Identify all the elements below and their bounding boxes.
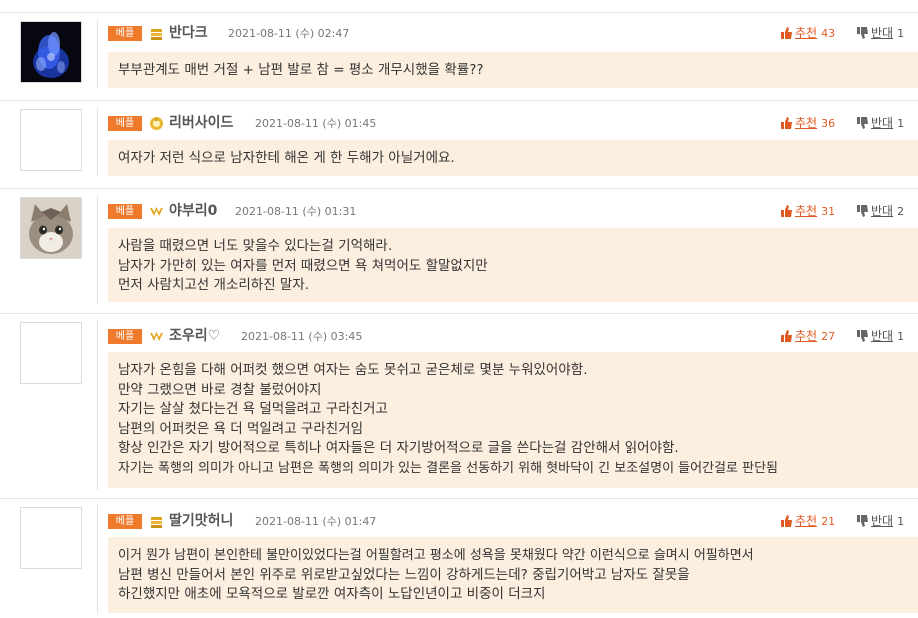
- gold-emblem-icon: [150, 117, 163, 130]
- upvote-label: 추천: [795, 329, 818, 343]
- divider: [97, 320, 98, 490]
- upvote-count: 31: [821, 205, 836, 218]
- comment-date: 2021-08-11 (수) 01:31: [235, 205, 357, 218]
- comment-line: 먼저 사람치고선 개소리하진 말자.: [118, 277, 310, 293]
- thumbs-up-icon: [781, 205, 792, 217]
- divider: [97, 20, 98, 88]
- thumbs-up-icon: [781, 515, 792, 527]
- thumbs-down-icon: [857, 330, 868, 342]
- downvote-count: 1: [897, 515, 905, 528]
- best-badge: 베플: [108, 204, 142, 219]
- upvote-label: 추천: [795, 204, 818, 218]
- divider: [0, 498, 918, 499]
- cat-photo: [21, 198, 81, 258]
- upvote-count: 21: [821, 515, 836, 528]
- comment-line: 남자가 온힘을 다해 어퍼컷 했으면 여자는 숨도 못쉬고 굳은체로 몇분 누워…: [118, 362, 588, 378]
- downvote-button[interactable]: 반대 1: [857, 514, 904, 529]
- upvote-label: 추천: [795, 116, 818, 130]
- divider: [0, 188, 918, 189]
- gold-wings-icon: [150, 332, 163, 341]
- gold-stack-icon: [151, 517, 162, 528]
- comment-line: 자기는 폭행의 의미가 아니고 남편은 폭행의 의미가 있는 결론을 선동하기 …: [118, 460, 778, 476]
- thumbs-down-icon: [857, 515, 868, 527]
- comment-line: 부부관계도 매번 거절 + 남편 발로 참 = 평소 개무시했을 확률??: [118, 62, 484, 78]
- comment-body: 이거 뭔가 남편이 본인한테 불만이있었다는걸 어필할려고 평소에 성욕을 못채…: [108, 537, 918, 613]
- thumbs-up-icon: [781, 330, 792, 342]
- thumbs-down-icon: [857, 27, 868, 39]
- best-badge: 베플: [108, 116, 142, 131]
- downvote-count: 1: [897, 27, 905, 40]
- upvote-count: 27: [821, 330, 836, 343]
- upvote-label: 추천: [795, 26, 818, 40]
- downvote-count: 1: [897, 117, 905, 130]
- downvote-button[interactable]: 반대 2: [857, 204, 904, 219]
- nickname[interactable]: 조우리♡: [169, 327, 220, 346]
- divider: [97, 196, 98, 304]
- comment-date: 2021-08-11 (수) 02:47: [228, 27, 350, 40]
- best-badge: 베플: [108, 514, 142, 529]
- comment-line: 남편의 어퍼컷은 욕 더 먹일려고 구라친거임: [118, 420, 364, 437]
- divider: [97, 108, 98, 176]
- downvote-label: 반대: [871, 329, 894, 343]
- thumbs-up-icon: [781, 27, 792, 39]
- downvote-count: 1: [897, 330, 905, 343]
- downvote-label: 반대: [871, 514, 894, 528]
- comment-body: 남자가 온힘을 다해 어퍼컷 했으면 여자는 숨도 못쉬고 굳은체로 몇분 누워…: [108, 352, 918, 488]
- comment-line: 남자가 가만히 있는 여자를 먼저 때렸으면 욕 쳐먹어도 할말없지만: [118, 257, 488, 274]
- comment-line: 이거 뭔가 남편이 본인한테 불만이있었다는걸 어필할려고 평소에 성욕을 못채…: [118, 548, 754, 563]
- nickname[interactable]: 딸기맛허니: [169, 512, 233, 531]
- nickname[interactable]: 야부리0: [169, 202, 217, 221]
- comment-line: 자기는 살살 쳤다는건 욕 덜먹을려고 구라친거고: [118, 401, 388, 417]
- thumbs-down-icon: [857, 205, 868, 217]
- avatar[interactable]: [20, 507, 82, 569]
- downvote-label: 반대: [871, 204, 894, 218]
- comment-line: 사람을 때렸으면 너도 맞을수 있다는걸 기억해라.: [118, 238, 393, 254]
- downvote-count: 2: [897, 205, 905, 218]
- thumbs-down-icon: [857, 117, 868, 129]
- nickname[interactable]: 반다크: [169, 24, 208, 43]
- gold-wings-icon: [150, 207, 163, 216]
- divider: [97, 505, 98, 613]
- divider: [0, 313, 918, 314]
- comment-date: 2021-08-11 (수) 03:45: [241, 330, 363, 343]
- downvote-label: 반대: [871, 26, 894, 40]
- avatar[interactable]: [20, 322, 82, 384]
- blue-flame-image: [21, 22, 81, 82]
- nickname[interactable]: 리버사이드: [169, 114, 233, 133]
- upvote-button[interactable]: 추천 36: [781, 116, 835, 131]
- avatar[interactable]: [20, 197, 82, 259]
- downvote-label: 반대: [871, 116, 894, 130]
- comment-body: 여자가 저런 식으로 남자한테 해온 게 한 두해가 아닐거에요.: [108, 140, 918, 176]
- upvote-button[interactable]: 추천 43: [781, 26, 835, 41]
- comment-body: 사람을 때렸으면 너도 맞을수 있다는걸 기억해라. 남자가 가만히 있는 여자…: [108, 228, 918, 302]
- downvote-button[interactable]: 반대 1: [857, 116, 904, 131]
- avatar[interactable]: [20, 21, 82, 83]
- downvote-button[interactable]: 반대 1: [857, 329, 904, 344]
- thumbs-up-icon: [781, 117, 792, 129]
- upvote-count: 36: [821, 117, 836, 130]
- upvote-button[interactable]: 추천 27: [781, 329, 835, 344]
- top-divider: [0, 12, 918, 13]
- comment-line: 항상 인간은 자기 방어적으로 특히나 여자들은 더 자기방어적으로 글을 쓴다…: [118, 440, 679, 456]
- best-badge: 베플: [108, 329, 142, 344]
- upvote-button[interactable]: 추천 21: [781, 514, 835, 529]
- comment-body: 부부관계도 매번 거절 + 남편 발로 참 = 평소 개무시했을 확률??: [108, 52, 918, 88]
- avatar[interactable]: [20, 109, 82, 171]
- downvote-button[interactable]: 반대 1: [857, 26, 904, 41]
- comment-line: 하긴했지만 애초에 모욕적으로 발로깐 여자측이 노답인년이고 비중이 더크지: [118, 586, 546, 602]
- upvote-label: 추천: [795, 514, 818, 528]
- comment-line: 남편 병신 만들어서 본인 위주로 위로받고싶었다는 느낌이 강하게드는데? 중…: [118, 566, 690, 583]
- comment-date: 2021-08-11 (수) 01:47: [255, 515, 377, 528]
- upvote-button[interactable]: 추천 31: [781, 204, 835, 219]
- comment-line: 만약 그랬으면 바로 경찰 불렀어야지: [118, 381, 322, 398]
- best-badge: 베플: [108, 26, 142, 41]
- comment-date: 2021-08-11 (수) 01:45: [255, 117, 377, 130]
- upvote-count: 43: [821, 27, 836, 40]
- divider: [0, 100, 918, 101]
- gold-stack-icon: [151, 29, 162, 40]
- comment-line: 여자가 저런 식으로 남자한테 해온 게 한 두해가 아닐거에요.: [118, 150, 455, 166]
